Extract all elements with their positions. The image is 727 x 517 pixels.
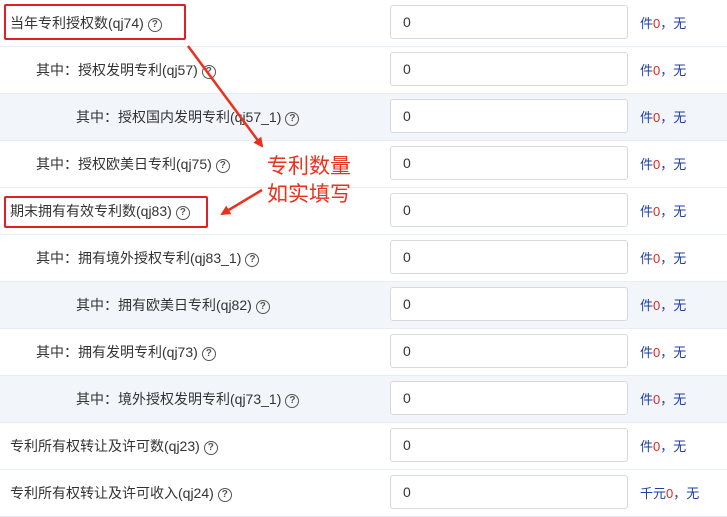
annotation-arrows (186, 45, 264, 216)
arrow-to-qj74 (186, 45, 264, 148)
annotation-line-2: 如实填写 (267, 182, 351, 206)
annotation-note: 专利数量 如实填写 (267, 152, 367, 208)
arrow-to-qj83 (220, 188, 263, 216)
annotation-line-1: 专利数量 (267, 154, 351, 178)
